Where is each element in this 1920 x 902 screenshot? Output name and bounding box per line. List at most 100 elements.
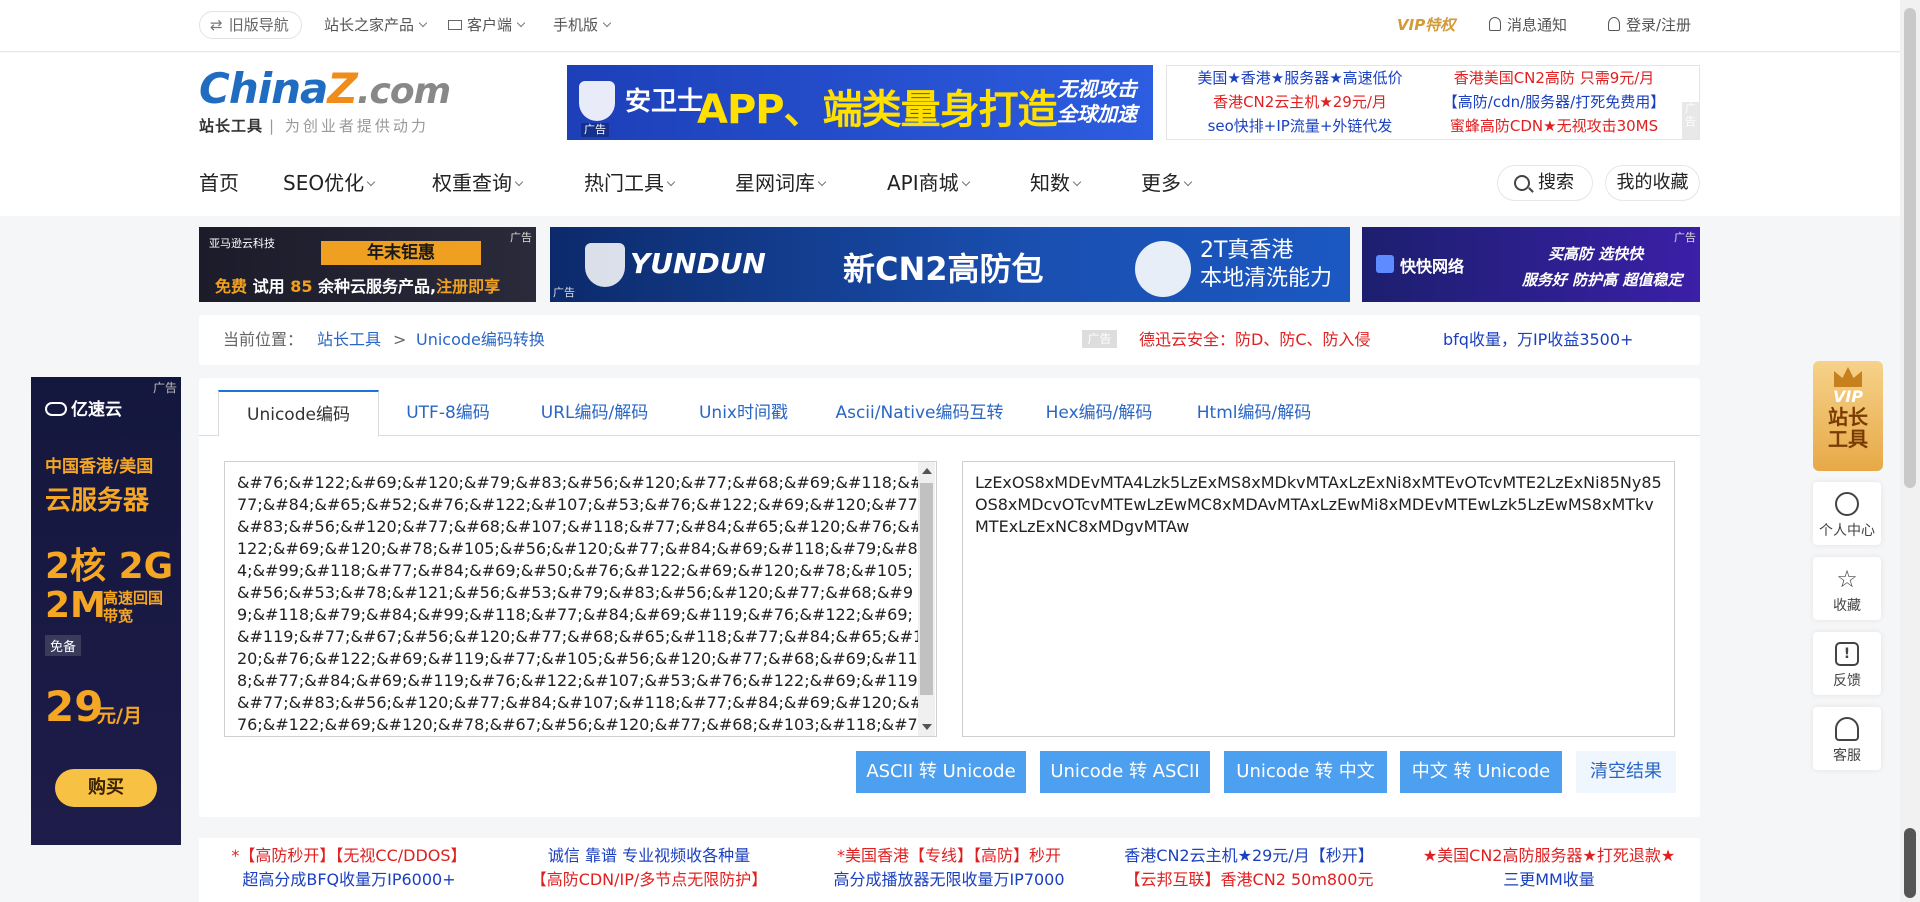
left-ad-buy-button[interactable]: 购买 <box>55 769 157 807</box>
ad-tag: 广告 <box>1674 231 1696 244</box>
yisu-logo-icon <box>45 402 67 416</box>
top-ad-banner[interactable]: 安卫士 APP、端类量身打造 无视攻击 全球加速 广告 <box>567 65 1153 140</box>
page-scrollbar-thumb[interactable] <box>1904 8 1916 488</box>
feedback-button[interactable]: ! 反馈 <box>1813 632 1881 695</box>
nav-label: SEO优化 <box>283 171 365 195</box>
breadcrumb-ad-1[interactable]: 德迅云安全：防D、防C、防入侵 <box>1139 328 1371 352</box>
page-scrollbar[interactable] <box>1900 0 1920 902</box>
unicode-to-chinese-button[interactable]: Unicode 转 中文 <box>1224 751 1387 793</box>
input-scrollbar[interactable] <box>918 462 935 736</box>
notify-link[interactable]: 消息通知 <box>1489 14 1567 36</box>
kuaikuai-ad-banner[interactable]: 快快网络 买高防 选快快 服务好 防护高 超值稳定 广告 <box>1362 227 1700 302</box>
ad-link[interactable]: seo快排+IP流量+外链代发 <box>1175 114 1425 138</box>
b3-r2: 服务好 防护高 超值稳定 <box>1522 271 1683 289</box>
search-button[interactable]: 搜索 <box>1497 165 1593 201</box>
tab-url[interactable]: URL编码/解码 <box>517 390 672 436</box>
scrollbar-thumb[interactable] <box>920 483 933 695</box>
b1-brand: 亚马逊云科技 <box>209 237 275 250</box>
bottom-ad-link[interactable]: 诚信 靠谱 专业视频收各种量 <box>499 844 799 868</box>
nav-item-weight[interactable]: 权重查询 <box>432 168 524 198</box>
logo-sub-bold: 站长工具 <box>199 117 264 135</box>
nav-item-more[interactable]: 更多 <box>1141 168 1193 198</box>
logo-brand: ChinaZ.com <box>199 64 459 113</box>
chevron-down-icon <box>1072 177 1082 187</box>
nav-item-zhishu[interactable]: 知数 <box>1030 168 1082 198</box>
left-ad-line4: 2M <box>45 585 106 626</box>
old-nav-button[interactable]: ⇄ 旧版导航 <box>199 11 302 39</box>
tab-hex[interactable]: Hex编码/解码 <box>1024 390 1174 436</box>
breadcrumb-ad-2[interactable]: bfq收量，万IP收益3500+ <box>1443 328 1633 352</box>
output-textarea[interactable]: LzExOS8xMDEvMTA4Lzk5LzExMS8xMDkvMTAxLzEx… <box>962 461 1675 737</box>
old-nav-label: 旧版导航 <box>228 16 289 34</box>
ad-tag: 广告 <box>553 286 575 299</box>
customer-service-button[interactable]: 客服 <box>1813 707 1881 770</box>
yundun-ad-banner[interactable]: YUNDUN 新CN2高防包 2T真香港 本地清洗能力 广告 <box>550 227 1350 302</box>
ad-tag: 广告 <box>581 123 609 137</box>
top-ad-headline: APP、端类量身打造 <box>697 87 1058 133</box>
ad-link[interactable]: 香港CN2云主机★29元/月 <box>1175 90 1425 114</box>
bottom-ad-link[interactable]: 香港CN2云主机★29元/月【秒开】 <box>1099 844 1399 868</box>
login-label: 登录/注册 <box>1626 16 1692 34</box>
nav-item-thesaurus[interactable]: 星网词库 <box>735 168 827 198</box>
ascii-to-unicode-button[interactable]: ASCII 转 Unicode <box>856 751 1026 793</box>
input-textarea[interactable]: &#76;&#122;&#69;&#120;&#79;&#83;&#56;&#1… <box>224 461 937 737</box>
left-ad-line4b: 高速回国带宽 <box>103 589 164 625</box>
breadcrumb-separator: > <box>393 330 407 349</box>
chevron-down-icon <box>418 18 428 28</box>
bottom-ad-link[interactable]: 【云邦互联】香港CN2 50m800元 <box>1099 868 1399 892</box>
ad-tag: 广告 <box>510 231 532 244</box>
tab-utf8[interactable]: UTF-8编码 <box>379 390 517 436</box>
nav-item-hot-tools[interactable]: 热门工具 <box>584 168 676 198</box>
left-side-ad[interactable]: 广告 亿速云 中国香港/美国 云服务器 2核 2G 2M 高速回国带宽 免备 2… <box>31 377 181 845</box>
tab-unicode[interactable]: Unicode编码 <box>218 390 379 437</box>
chinese-to-unicode-button[interactable]: 中文 转 Unicode <box>1400 751 1562 793</box>
ad-link[interactable]: 蜜蜂高防CDN★无视攻击30MS <box>1429 114 1679 138</box>
unicode-to-ascii-button[interactable]: Unicode 转 ASCII <box>1040 751 1210 793</box>
bottom-ad-link[interactable]: 【高防CDN/IP/多节点无限防护】 <box>499 868 799 892</box>
mobile-label: 手机版 <box>553 16 599 34</box>
b2-right: 2T真香港 本地清洗能力 <box>1200 237 1332 293</box>
bottom-ad-link[interactable]: *【高防秒开】【无视CC/DDOS】 <box>199 844 499 868</box>
site-logo[interactable]: ChinaZ.com 站长工具 | 为创业者提供动力 <box>199 64 459 136</box>
ad-link[interactable]: 香港美国CN2高防 只需9元/月 <box>1429 66 1679 90</box>
feedback-icon: ! <box>1835 642 1859 666</box>
tab-unix-timestamp[interactable]: Unix时间戳 <box>672 390 815 436</box>
tab-bar: Unicode编码 UTF-8编码 URL编码/解码 Unix时间戳 Ascii… <box>199 390 1700 437</box>
b2-main: 新CN2高防包 <box>843 250 1044 288</box>
user-icon <box>1608 17 1620 31</box>
my-favorites-button[interactable]: 我的收藏 <box>1605 165 1700 201</box>
yundun-logo-icon <box>585 243 625 287</box>
breadcrumb-link-tools[interactable]: 站长工具 <box>317 328 381 352</box>
nav-item-seo[interactable]: SEO优化 <box>283 168 376 198</box>
bottom-ad-link[interactable]: 超高分成BFQ收量万IP6000+ <box>199 868 499 892</box>
chevron-down-icon <box>666 177 676 187</box>
nav-item-api[interactable]: API商城 <box>887 168 970 198</box>
personal-center-button[interactable]: 个人中心 <box>1813 482 1881 545</box>
bottom-ad-link[interactable]: 高分成播放器无限收量万IP7000 <box>799 868 1099 892</box>
vip-label-3: 工具 <box>1828 427 1868 451</box>
products-menu[interactable]: 站长之家产品 <box>324 14 428 36</box>
b1-rest: 余种云服务产品, <box>318 277 437 296</box>
shield-icon <box>579 81 615 121</box>
bottom-ad-link[interactable]: *美国香港【专线】【高防】秒开 <box>799 844 1099 868</box>
clear-result-button[interactable]: 清空结果 <box>1576 751 1676 793</box>
vip-link[interactable]: VIP特权 <box>1397 14 1455 36</box>
vip-tools-badge[interactable]: VIP 站长 工具 <box>1813 361 1883 471</box>
nav-item-home[interactable]: 首页 <box>199 168 239 198</box>
mobile-menu[interactable]: 手机版 <box>553 14 612 36</box>
headset-icon <box>1835 717 1859 741</box>
nav-label: 权重查询 <box>432 171 512 195</box>
tab-html[interactable]: Html编码/解码 <box>1174 390 1334 436</box>
ad-link[interactable]: 【高防/cdn/服务器/打死免费用】 <box>1429 90 1679 114</box>
login-link[interactable]: 登录/注册 <box>1608 14 1691 36</box>
aws-ad-banner[interactable]: 亚马逊云科技 年末钜惠 免费 试用 85 余种云服务产品,注册即享 广告 <box>199 227 536 302</box>
personal-center-label: 个人中心 <box>1819 523 1875 539</box>
bottom-ad-link[interactable]: 三更MM收量 <box>1399 868 1699 892</box>
client-menu[interactable]: 客户端 <box>448 14 526 36</box>
bottom-ad-link[interactable]: ★美国CN2高防服务器★打死退款★ <box>1399 844 1699 868</box>
ad-link[interactable]: 美国★香港★服务器★高速低价 <box>1175 66 1425 90</box>
breadcrumb-current[interactable]: Unicode编码转换 <box>416 328 545 352</box>
tab-ascii-native[interactable]: Ascii/Native编码互转 <box>815 390 1024 436</box>
collect-button[interactable]: ☆ 收藏 <box>1813 557 1881 620</box>
scroll-up-icon <box>922 468 932 474</box>
